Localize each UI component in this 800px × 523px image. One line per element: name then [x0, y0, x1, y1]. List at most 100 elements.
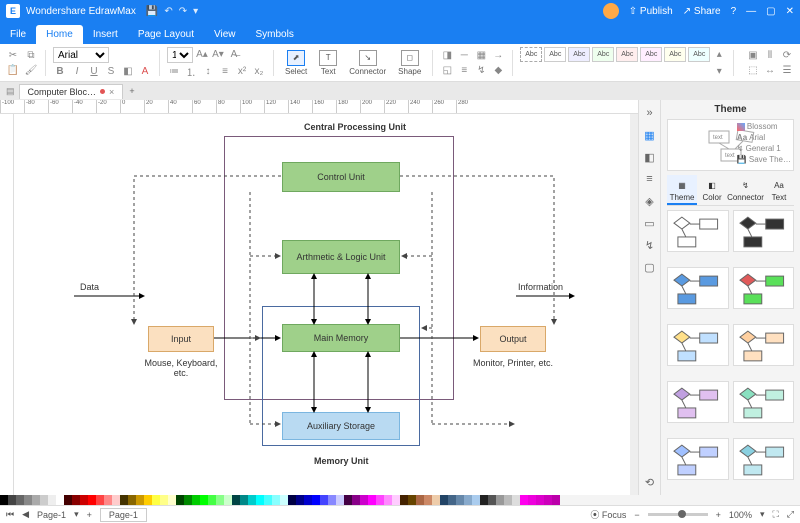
font-name-select[interactable]: Arial: [53, 47, 109, 63]
main-memory-node[interactable]: Main Memory: [282, 324, 400, 352]
clear-format-icon[interactable]: A̶: [227, 47, 241, 61]
menu-insert[interactable]: Insert: [83, 25, 128, 44]
palette-swatch[interactable]: [192, 495, 200, 505]
palette-swatch[interactable]: [296, 495, 304, 505]
palette-swatch[interactable]: [528, 495, 536, 505]
palette-swatch[interactable]: [496, 495, 504, 505]
publish-button[interactable]: ⇧ Publish: [629, 6, 673, 17]
preset-connector[interactable]: ↯ General 1: [737, 144, 791, 153]
palette-swatch[interactable]: [416, 495, 424, 505]
expand-panel-icon[interactable]: »: [643, 106, 657, 120]
palette-swatch[interactable]: [368, 495, 376, 505]
select-tool[interactable]: ⬈Select: [281, 50, 311, 76]
palette-swatch[interactable]: [456, 495, 464, 505]
superscript-icon[interactable]: x²: [235, 64, 249, 78]
menu-symbols[interactable]: Symbols: [246, 25, 304, 44]
tab-color[interactable]: ◧Color: [697, 175, 727, 205]
shape-fill-icon[interactable]: ◆: [491, 63, 505, 77]
text-tool[interactable]: TText: [315, 50, 341, 76]
alu-node[interactable]: Arthmetic & Logic Unit: [282, 240, 400, 274]
clip-panel-icon[interactable]: ▢: [643, 260, 657, 274]
style-swatch[interactable]: Abc: [568, 47, 590, 62]
line-icon[interactable]: ─: [457, 48, 471, 62]
arrange-icon[interactable]: ⬚: [746, 63, 760, 77]
vertical-scrollbar[interactable]: [630, 114, 638, 495]
save-icon[interactable]: 💾: [146, 6, 158, 17]
help-icon[interactable]: ?: [731, 6, 737, 17]
aux-storage-node[interactable]: Auxiliary Storage: [282, 412, 400, 440]
input-node[interactable]: Input: [148, 326, 214, 352]
palette-swatch[interactable]: [168, 495, 176, 505]
theme-thumbnail[interactable]: [667, 267, 729, 309]
theme-panel-icon[interactable]: ▦: [643, 128, 657, 142]
palette-swatch[interactable]: [120, 495, 128, 505]
corners-icon[interactable]: ◱: [440, 63, 454, 77]
tab-connector[interactable]: ↯Connector: [727, 175, 764, 205]
palette-swatch[interactable]: [224, 495, 232, 505]
format-painter-icon[interactable]: 🖌: [24, 63, 38, 77]
redo-icon[interactable]: ↷: [179, 6, 187, 17]
theme-thumbnail[interactable]: [733, 267, 795, 309]
theme-thumbnail[interactable]: [733, 381, 795, 423]
canvas[interactable]: Central Processing Unit Control Unit Art…: [14, 114, 630, 495]
share-button[interactable]: ↗ Share: [683, 6, 721, 17]
connector-style-icon[interactable]: ↯: [474, 63, 488, 77]
palette-swatch[interactable]: [488, 495, 496, 505]
palette-swatch[interactable]: [56, 495, 64, 505]
palette-swatch[interactable]: [376, 495, 384, 505]
palette-swatch[interactable]: [336, 495, 344, 505]
palette-swatch[interactable]: [232, 495, 240, 505]
theme-thumbnail[interactable]: [733, 438, 795, 480]
zoom-slider[interactable]: [648, 513, 708, 516]
line-spacing-icon[interactable]: ↕: [201, 64, 215, 78]
palette-swatch[interactable]: [128, 495, 136, 505]
theme-thumbnail[interactable]: [733, 324, 795, 366]
palette-swatch[interactable]: [80, 495, 88, 505]
style-swatch[interactable]: Abc: [640, 47, 662, 62]
menu-view[interactable]: View: [204, 25, 246, 44]
palette-swatch[interactable]: [408, 495, 416, 505]
palette-swatch[interactable]: [464, 495, 472, 505]
close-icon[interactable]: ✕: [786, 6, 794, 17]
control-unit-node[interactable]: Control Unit: [282, 162, 400, 192]
copy-icon[interactable]: ⧉: [24, 48, 38, 62]
palette-swatch[interactable]: [40, 495, 48, 505]
palette-swatch[interactable]: [432, 495, 440, 505]
palette-swatch[interactable]: [512, 495, 520, 505]
history-panel-icon[interactable]: ⟲: [643, 475, 657, 489]
palette-swatch[interactable]: [104, 495, 112, 505]
theme-thumbnail[interactable]: [733, 210, 795, 252]
page-tab[interactable]: Page-1: [100, 508, 147, 522]
increase-font-icon[interactable]: A▴: [195, 47, 209, 61]
palette-swatch[interactable]: [200, 495, 208, 505]
preset-save[interactable]: 💾 Save The…: [737, 155, 791, 164]
palette-swatch[interactable]: [144, 495, 152, 505]
palette-swatch[interactable]: [328, 495, 336, 505]
image-panel-icon[interactable]: ▭: [643, 216, 657, 230]
theme-thumbnail[interactable]: [667, 381, 729, 423]
numbering-icon[interactable]: ⒈: [184, 64, 198, 78]
close-tab-icon[interactable]: ×: [109, 87, 114, 97]
font-color-icon[interactable]: A: [138, 64, 152, 78]
paste-icon[interactable]: 📋: [6, 63, 20, 77]
connector-panel-icon[interactable]: ↯: [643, 238, 657, 252]
palette-swatch[interactable]: [264, 495, 272, 505]
palette-swatch[interactable]: [552, 495, 560, 505]
palette-swatch[interactable]: [448, 495, 456, 505]
palette-swatch[interactable]: [536, 495, 544, 505]
zoom-out-icon[interactable]: −: [634, 510, 639, 520]
layers-panel-icon[interactable]: ◈: [643, 194, 657, 208]
palette-swatch[interactable]: [216, 495, 224, 505]
style-swatch[interactable]: Abc: [544, 47, 566, 62]
align-icon[interactable]: ⫴: [763, 48, 777, 62]
palette-swatch[interactable]: [208, 495, 216, 505]
palette-swatch[interactable]: [520, 495, 528, 505]
palette-swatch[interactable]: [280, 495, 288, 505]
preset-blossom[interactable]: Blossom: [737, 122, 791, 131]
palette-swatch[interactable]: [240, 495, 248, 505]
tab-theme[interactable]: ▦Theme: [667, 175, 697, 205]
palette-swatch[interactable]: [480, 495, 488, 505]
arrow-icon[interactable]: →: [491, 48, 505, 62]
focus-mode[interactable]: ⦿ Focus: [590, 508, 626, 521]
palette-swatch[interactable]: [440, 495, 448, 505]
